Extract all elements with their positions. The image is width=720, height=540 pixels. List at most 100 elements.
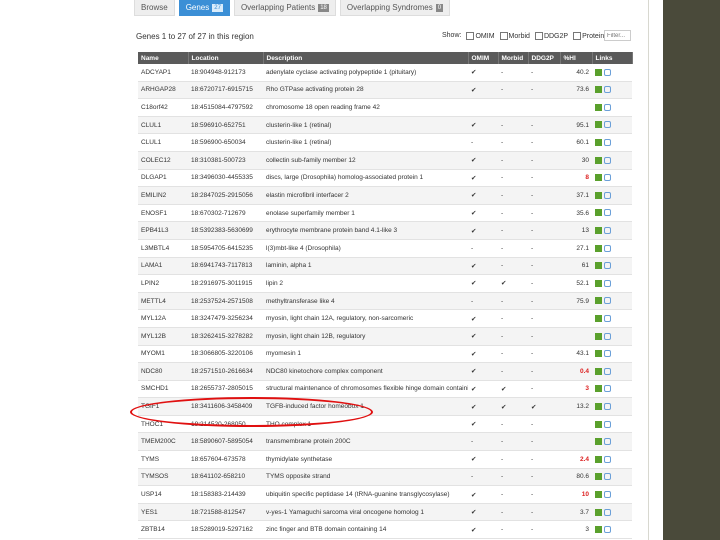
gene-symbol-link[interactable]: CLUL1 bbox=[138, 116, 188, 135]
external-link-icon[interactable] bbox=[604, 86, 611, 94]
column-header-morbid[interactable]: Morbid bbox=[498, 52, 529, 64]
gene-location-link[interactable]: 18:6720717-6915715 bbox=[188, 81, 263, 100]
gene-location-link[interactable]: 18:5954705-6415235 bbox=[188, 239, 263, 258]
external-link-icon[interactable] bbox=[604, 139, 611, 147]
external-db-icon[interactable] bbox=[595, 297, 602, 305]
gene-symbol-link[interactable]: METTL4 bbox=[138, 292, 188, 311]
gene-location-link[interactable]: 18:904948-912173 bbox=[188, 64, 263, 82]
gene-symbol-link[interactable]: TMEM200C bbox=[138, 432, 188, 452]
external-link-icon[interactable] bbox=[604, 174, 611, 182]
gene-location-link[interactable]: 18:3247479-3256234 bbox=[188, 309, 263, 328]
external-db-icon[interactable] bbox=[595, 174, 602, 182]
gene-symbol-link[interactable]: C18orf42 bbox=[138, 98, 188, 117]
column-header-name[interactable]: Name bbox=[138, 52, 189, 64]
gene-location-link[interactable]: 18:310381-500723 bbox=[188, 151, 263, 170]
gene-symbol-link[interactable]: MYL12A bbox=[138, 309, 188, 328]
external-link-icon[interactable] bbox=[604, 209, 611, 217]
gene-location-link[interactable]: 18:4515084-4797592 bbox=[188, 98, 263, 117]
gene-location-link[interactable]: 18:158383-214439 bbox=[188, 485, 263, 504]
tab-browse[interactable]: Browse bbox=[134, 0, 175, 16]
gene-symbol-link[interactable]: LPIN2 bbox=[138, 274, 188, 293]
gene-symbol-link[interactable]: CLUL1 bbox=[138, 133, 188, 152]
external-db-icon[interactable] bbox=[595, 121, 602, 129]
external-db-icon[interactable] bbox=[595, 402, 602, 410]
checkbox-icon[interactable] bbox=[534, 32, 543, 40]
gene-symbol-link[interactable]: EMILIN2 bbox=[138, 186, 188, 205]
external-link-icon[interactable] bbox=[604, 350, 611, 358]
external-link-icon[interactable] bbox=[604, 385, 611, 393]
tab-overlapping-patients[interactable]: Overlapping Patients 18 bbox=[233, 0, 336, 16]
gene-location-link[interactable]: 18:5289019-5297162 bbox=[188, 520, 263, 540]
gene-symbol-link[interactable]: USP14 bbox=[138, 485, 188, 504]
external-db-icon[interactable] bbox=[595, 332, 602, 340]
gene-symbol-link[interactable]: ADCYAP1 bbox=[138, 64, 188, 82]
external-db-icon[interactable] bbox=[595, 103, 602, 111]
external-link-icon[interactable] bbox=[604, 438, 611, 446]
filter-ddg2p[interactable]: DDG2P bbox=[534, 32, 568, 40]
external-db-icon[interactable] bbox=[595, 156, 602, 164]
gene-symbol-link[interactable]: TYMSOS bbox=[138, 468, 188, 487]
gene-location-link[interactable]: 18:657604-673578 bbox=[188, 450, 263, 469]
external-link-icon[interactable] bbox=[604, 191, 611, 199]
gene-symbol-link[interactable]: DLGAP1 bbox=[138, 169, 188, 188]
external-link-icon[interactable] bbox=[604, 121, 611, 129]
column-header-hi[interactable]: %HI bbox=[560, 52, 593, 64]
external-link-icon[interactable] bbox=[604, 262, 611, 270]
column-header-description[interactable]: Description bbox=[263, 52, 469, 64]
tab-overlapping-syndromes[interactable]: Overlapping Syndromes 0 bbox=[339, 0, 451, 16]
gene-symbol-link[interactable]: YES1 bbox=[138, 503, 188, 522]
filter-input[interactable] bbox=[604, 30, 631, 41]
gene-location-link[interactable]: 18:5392383-5630699 bbox=[188, 221, 263, 240]
external-db-icon[interactable] bbox=[595, 68, 602, 76]
external-db-icon[interactable] bbox=[595, 473, 602, 481]
external-db-icon[interactable] bbox=[595, 262, 602, 270]
gene-symbol-link[interactable]: ARHGAP28 bbox=[138, 81, 188, 100]
gene-location-link[interactable]: 18:5890607-5895054 bbox=[188, 432, 263, 452]
external-db-icon[interactable] bbox=[595, 438, 602, 446]
external-link-icon[interactable] bbox=[604, 402, 611, 410]
external-db-icon[interactable] bbox=[595, 508, 602, 516]
gene-location-link[interactable]: 18:6941743-7117813 bbox=[188, 257, 263, 276]
external-link-icon[interactable] bbox=[604, 420, 611, 428]
external-db-icon[interactable] bbox=[595, 315, 602, 322]
filter-omim[interactable]: OMIM bbox=[466, 32, 495, 40]
external-db-icon[interactable] bbox=[595, 191, 602, 199]
external-db-icon[interactable] bbox=[595, 420, 602, 428]
external-link-icon[interactable] bbox=[604, 103, 611, 111]
external-link-icon[interactable] bbox=[604, 227, 611, 235]
external-link-icon[interactable] bbox=[604, 473, 611, 481]
gene-location-link[interactable]: 18:3066805-3220106 bbox=[188, 345, 263, 364]
checkbox-icon[interactable] bbox=[499, 32, 508, 40]
external-db-icon[interactable] bbox=[595, 526, 602, 534]
gene-symbol-link[interactable]: ZBTB14 bbox=[138, 520, 188, 540]
column-header-location[interactable]: Location bbox=[188, 52, 264, 64]
gene-location-link[interactable]: 18:670302-712679 bbox=[188, 204, 263, 223]
gene-symbol-link[interactable]: L3MBTL4 bbox=[138, 239, 188, 258]
external-link-icon[interactable] bbox=[604, 297, 611, 305]
filter-morbid[interactable]: Morbid bbox=[499, 32, 530, 40]
gene-location-link[interactable]: 18:3496030-4455335 bbox=[188, 169, 263, 188]
gene-symbol-link[interactable]: COLEC12 bbox=[138, 151, 188, 170]
external-db-icon[interactable] bbox=[595, 86, 602, 94]
gene-symbol-link[interactable]: SMCHD1 bbox=[138, 380, 188, 399]
gene-location-link[interactable]: 18:2847025-2915056 bbox=[188, 186, 263, 205]
gene-location-link[interactable]: 18:2537524-2571508 bbox=[188, 292, 263, 311]
external-db-icon[interactable] bbox=[595, 367, 602, 375]
gene-symbol-link[interactable]: LAMA1 bbox=[138, 257, 188, 276]
gene-location-link[interactable]: 18:2655737-2805015 bbox=[188, 380, 263, 399]
gene-location-link[interactable]: 18:596910-652751 bbox=[188, 116, 263, 135]
external-db-icon[interactable] bbox=[595, 455, 602, 463]
gene-symbol-link[interactable]: MYOM1 bbox=[138, 345, 188, 364]
external-db-icon[interactable] bbox=[595, 244, 602, 252]
gene-location-link[interactable]: 18:596900-650034 bbox=[188, 133, 263, 152]
external-db-icon[interactable] bbox=[595, 490, 602, 498]
gene-location-link[interactable]: 18:2916975-3011915 bbox=[188, 274, 263, 293]
gene-location-link[interactable]: 18:721588-812547 bbox=[188, 503, 263, 522]
gene-location-link[interactable]: 18:3262415-3278282 bbox=[188, 327, 263, 346]
external-link-icon[interactable] bbox=[604, 526, 611, 534]
gene-symbol-link[interactable]: ENOSF1 bbox=[138, 204, 188, 223]
external-link-icon[interactable] bbox=[604, 156, 611, 164]
tab-genes[interactable]: Genes 27 bbox=[178, 0, 230, 16]
external-db-icon[interactable] bbox=[595, 139, 602, 147]
external-db-icon[interactable] bbox=[595, 209, 602, 217]
